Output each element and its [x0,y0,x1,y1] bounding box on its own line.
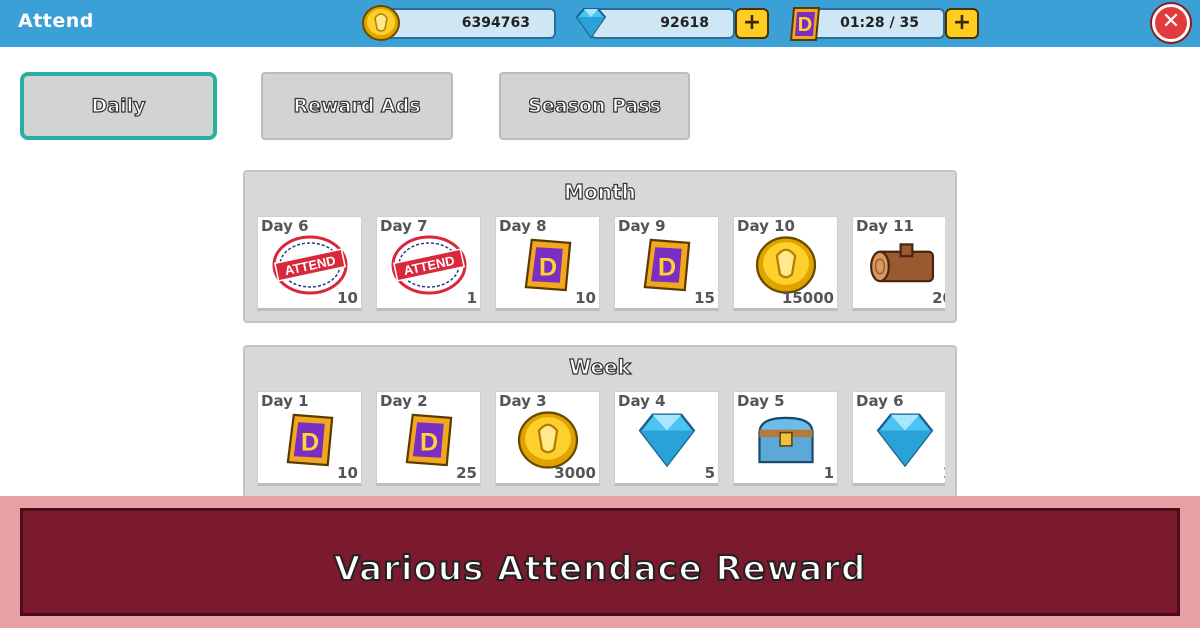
svg-text:D: D [419,428,437,456]
svg-text:D: D [538,253,556,281]
reward-cell[interactable]: Day 5 1 [733,391,838,486]
week-panel: Week Day 1 D 10 Day 2 D 25 Day 3 3000 Day 4 5 Day … [243,345,957,498]
close-button[interactable]: ✕ [1152,4,1190,42]
reward-quantity: 15000 [781,289,834,307]
tab-reward-ads[interactable]: Reward Ads [261,72,453,140]
add-gems-button[interactable]: + [735,8,769,39]
reward-day-label: Day 6 [856,392,904,410]
page-title: Attend [18,10,94,32]
ticket-value: 01:28 / 35 [840,15,919,31]
coin-value: 6394763 [461,15,530,31]
reward-cell[interactable]: Day 6 ATTEND 10 [257,216,362,311]
week-reward-list: Day 1 D 10 Day 2 D 25 Day 3 3000 Day 4 5 Day 5 1 Day… [257,391,945,486]
gem-icon [575,8,607,39]
reward-cell[interactable]: Day 2 D 25 [376,391,481,486]
reward-day-label: Day 4 [618,392,666,410]
svg-text:D: D [657,253,675,281]
week-title: Week [569,354,632,379]
reward-quantity: 10 [337,464,358,482]
reward-cell[interactable]: Day 11 20 [852,216,945,311]
add-tickets-button[interactable]: + [945,8,979,39]
reward-quantity: 10 [337,289,358,307]
promo-banner: Various Attendace Reward [0,496,1200,628]
reward-quantity: 5 [704,464,715,482]
reward-day-label: Day 9 [618,217,666,235]
reward-quantity: 1 [466,289,477,307]
month-panel: Month Day 6 ATTEND 10 Day 7 ATTEND 1 Day 8 D 10 D… [243,170,957,323]
reward-quantity: 1 [943,464,945,482]
reward-cell[interactable]: Day 10 15000 [733,216,838,311]
reward-day-label: Day 5 [737,392,785,410]
reward-quantity: 10 [575,289,596,307]
banner-frame: Various Attendace Reward [20,508,1180,616]
svg-text:D: D [798,14,812,36]
reward-quantity: 20 [932,289,945,307]
coin-icon [362,5,400,41]
d-ticket-icon: D [789,7,821,41]
banner-text: Various Attendace Reward [333,548,867,590]
reward-quantity: 1 [823,464,834,482]
tab-season-pass[interactable]: Season Pass [499,72,690,140]
reward-cell[interactable]: Day 6 1 [852,391,945,486]
reward-cell[interactable]: Day 4 5 [614,391,719,486]
reward-day-label: Day 11 [856,217,914,235]
reward-day-label: Day 8 [499,217,547,235]
reward-day-label: Day 2 [380,392,428,410]
svg-text:D: D [300,428,318,456]
gem-value: 92618 [660,15,709,31]
reward-quantity: 25 [456,464,477,482]
month-reward-list: Day 6 ATTEND 10 Day 7 ATTEND 1 Day 8 D 10 Day 9 D 1… [257,216,945,311]
tab-daily[interactable]: Daily [20,72,217,140]
reward-quantity: 3000 [554,464,596,482]
reward-cell[interactable]: Day 8 D 10 [495,216,600,311]
month-title: Month [564,179,637,204]
reward-cell[interactable]: Day 9 D 15 [614,216,719,311]
reward-cell[interactable]: Day 3 3000 [495,391,600,486]
reward-cell[interactable]: Day 7 ATTEND 1 [376,216,481,311]
reward-cell[interactable]: Day 1 D 10 [257,391,362,486]
coin-counter: 6394763 [376,8,556,39]
reward-quantity: 15 [694,289,715,307]
top-bar: Attend 6394763 92618 + 01:28 / 35 D + ✕ [0,0,1200,47]
reward-day-label: Day 1 [261,392,309,410]
